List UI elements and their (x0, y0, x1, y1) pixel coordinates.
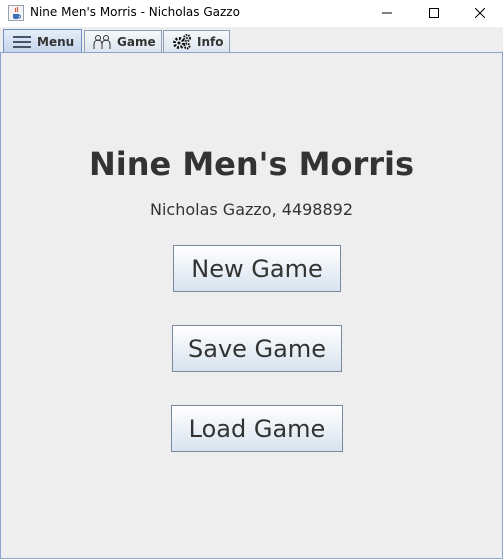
window-titlebar: Nine Men's Morris - Nicholas Gazzo (0, 0, 503, 27)
minimize-button[interactable] (364, 0, 410, 26)
close-button[interactable] (457, 0, 503, 26)
tab-bar: Menu Game Info (0, 27, 503, 53)
tab-game[interactable]: Game (84, 30, 162, 52)
save-game-button[interactable]: Save Game (172, 325, 342, 372)
load-game-button[interactable]: Load Game (171, 405, 343, 452)
maximize-icon (429, 8, 439, 18)
people-icon (93, 34, 111, 49)
menu-panel (0, 52, 503, 559)
tab-info[interactable]: Info (163, 30, 230, 52)
close-icon (475, 8, 485, 18)
author-label: Nicholas Gazzo, 4498892 (149, 200, 354, 219)
tab-info-label: Info (197, 34, 224, 49)
tab-menu-label: Menu (37, 34, 75, 49)
window-title: Nine Men's Morris - Nicholas Gazzo (30, 5, 240, 19)
game-title: Nine Men's Morris (88, 145, 415, 183)
tab-game-label: Game (117, 34, 156, 49)
minimize-icon (382, 12, 392, 14)
hamburger-menu-icon (13, 35, 31, 48)
gears-icon (173, 33, 191, 49)
tab-menu[interactable]: Menu (3, 29, 82, 53)
maximize-button[interactable] (411, 0, 457, 26)
java-cup-icon (8, 5, 24, 21)
new-game-button[interactable]: New Game (173, 245, 341, 292)
